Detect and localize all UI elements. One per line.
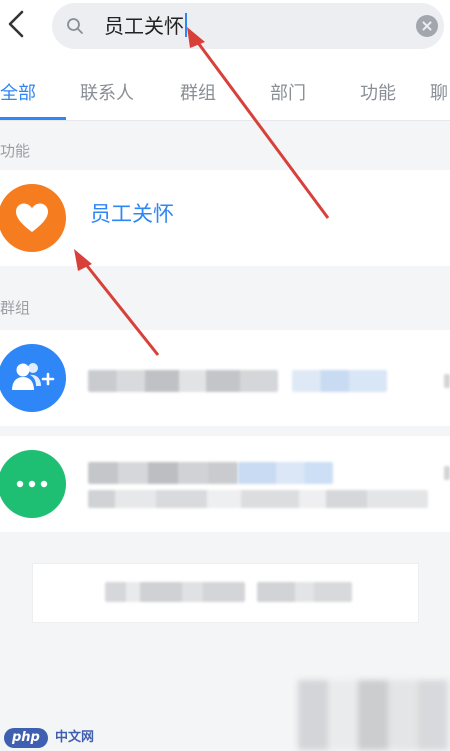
blurred-group-name [88, 370, 278, 392]
more-dots-icon [16, 480, 48, 488]
search-query[interactable]: 员工关怀 [104, 13, 187, 39]
back-arrow-icon[interactable] [2, 6, 32, 42]
tab-departments[interactable]: 部门 [270, 79, 306, 105]
blurred-count [444, 374, 450, 388]
search-icon [67, 18, 83, 34]
blurred-group-match [238, 462, 333, 484]
blurred-count [444, 466, 450, 480]
blurred-group-preview [88, 490, 428, 508]
search-input[interactable]: 员工关怀 [52, 3, 444, 49]
active-tab-indicator [0, 117, 66, 120]
clear-search-icon[interactable] [416, 15, 438, 37]
tab-groups[interactable]: 群组 [180, 79, 216, 105]
function-avatar [0, 184, 66, 252]
watermark-badge: php [4, 728, 48, 748]
blurred-group-match [292, 370, 387, 392]
function-result-item[interactable]: 员工关怀 [0, 170, 450, 266]
blurred-group-name [88, 462, 238, 484]
blurred-more-label [257, 582, 352, 602]
pixelated-region [298, 680, 448, 750]
function-result-title: 员工关怀 [90, 202, 174, 226]
tab-contacts[interactable]: 联系人 [80, 79, 134, 105]
group-result-item[interactable] [0, 436, 450, 532]
tab-all[interactable]: 全部 [0, 79, 36, 105]
site-watermark: php 中文网 [4, 726, 94, 748]
blurred-more-label [105, 582, 245, 602]
search-header: 员工关怀 [0, 0, 450, 62]
group-avatar [0, 450, 66, 518]
watermark-text: 中文网 [54, 730, 94, 745]
more-results-box[interactable] [32, 563, 419, 623]
category-tabs: 全部 联系人 群组 部门 功能 聊 [0, 62, 450, 121]
group-result-item[interactable] [0, 330, 450, 426]
group-add-icon [12, 363, 55, 390]
section-label-functions: 功能 [0, 142, 31, 160]
heart-icon [16, 203, 48, 232]
group-avatar [0, 344, 66, 412]
section-label-groups: 群组 [0, 299, 31, 317]
tab-functions[interactable]: 功能 [360, 79, 396, 105]
text-cursor [185, 13, 187, 37]
tab-chats[interactable]: 聊 [430, 79, 448, 105]
